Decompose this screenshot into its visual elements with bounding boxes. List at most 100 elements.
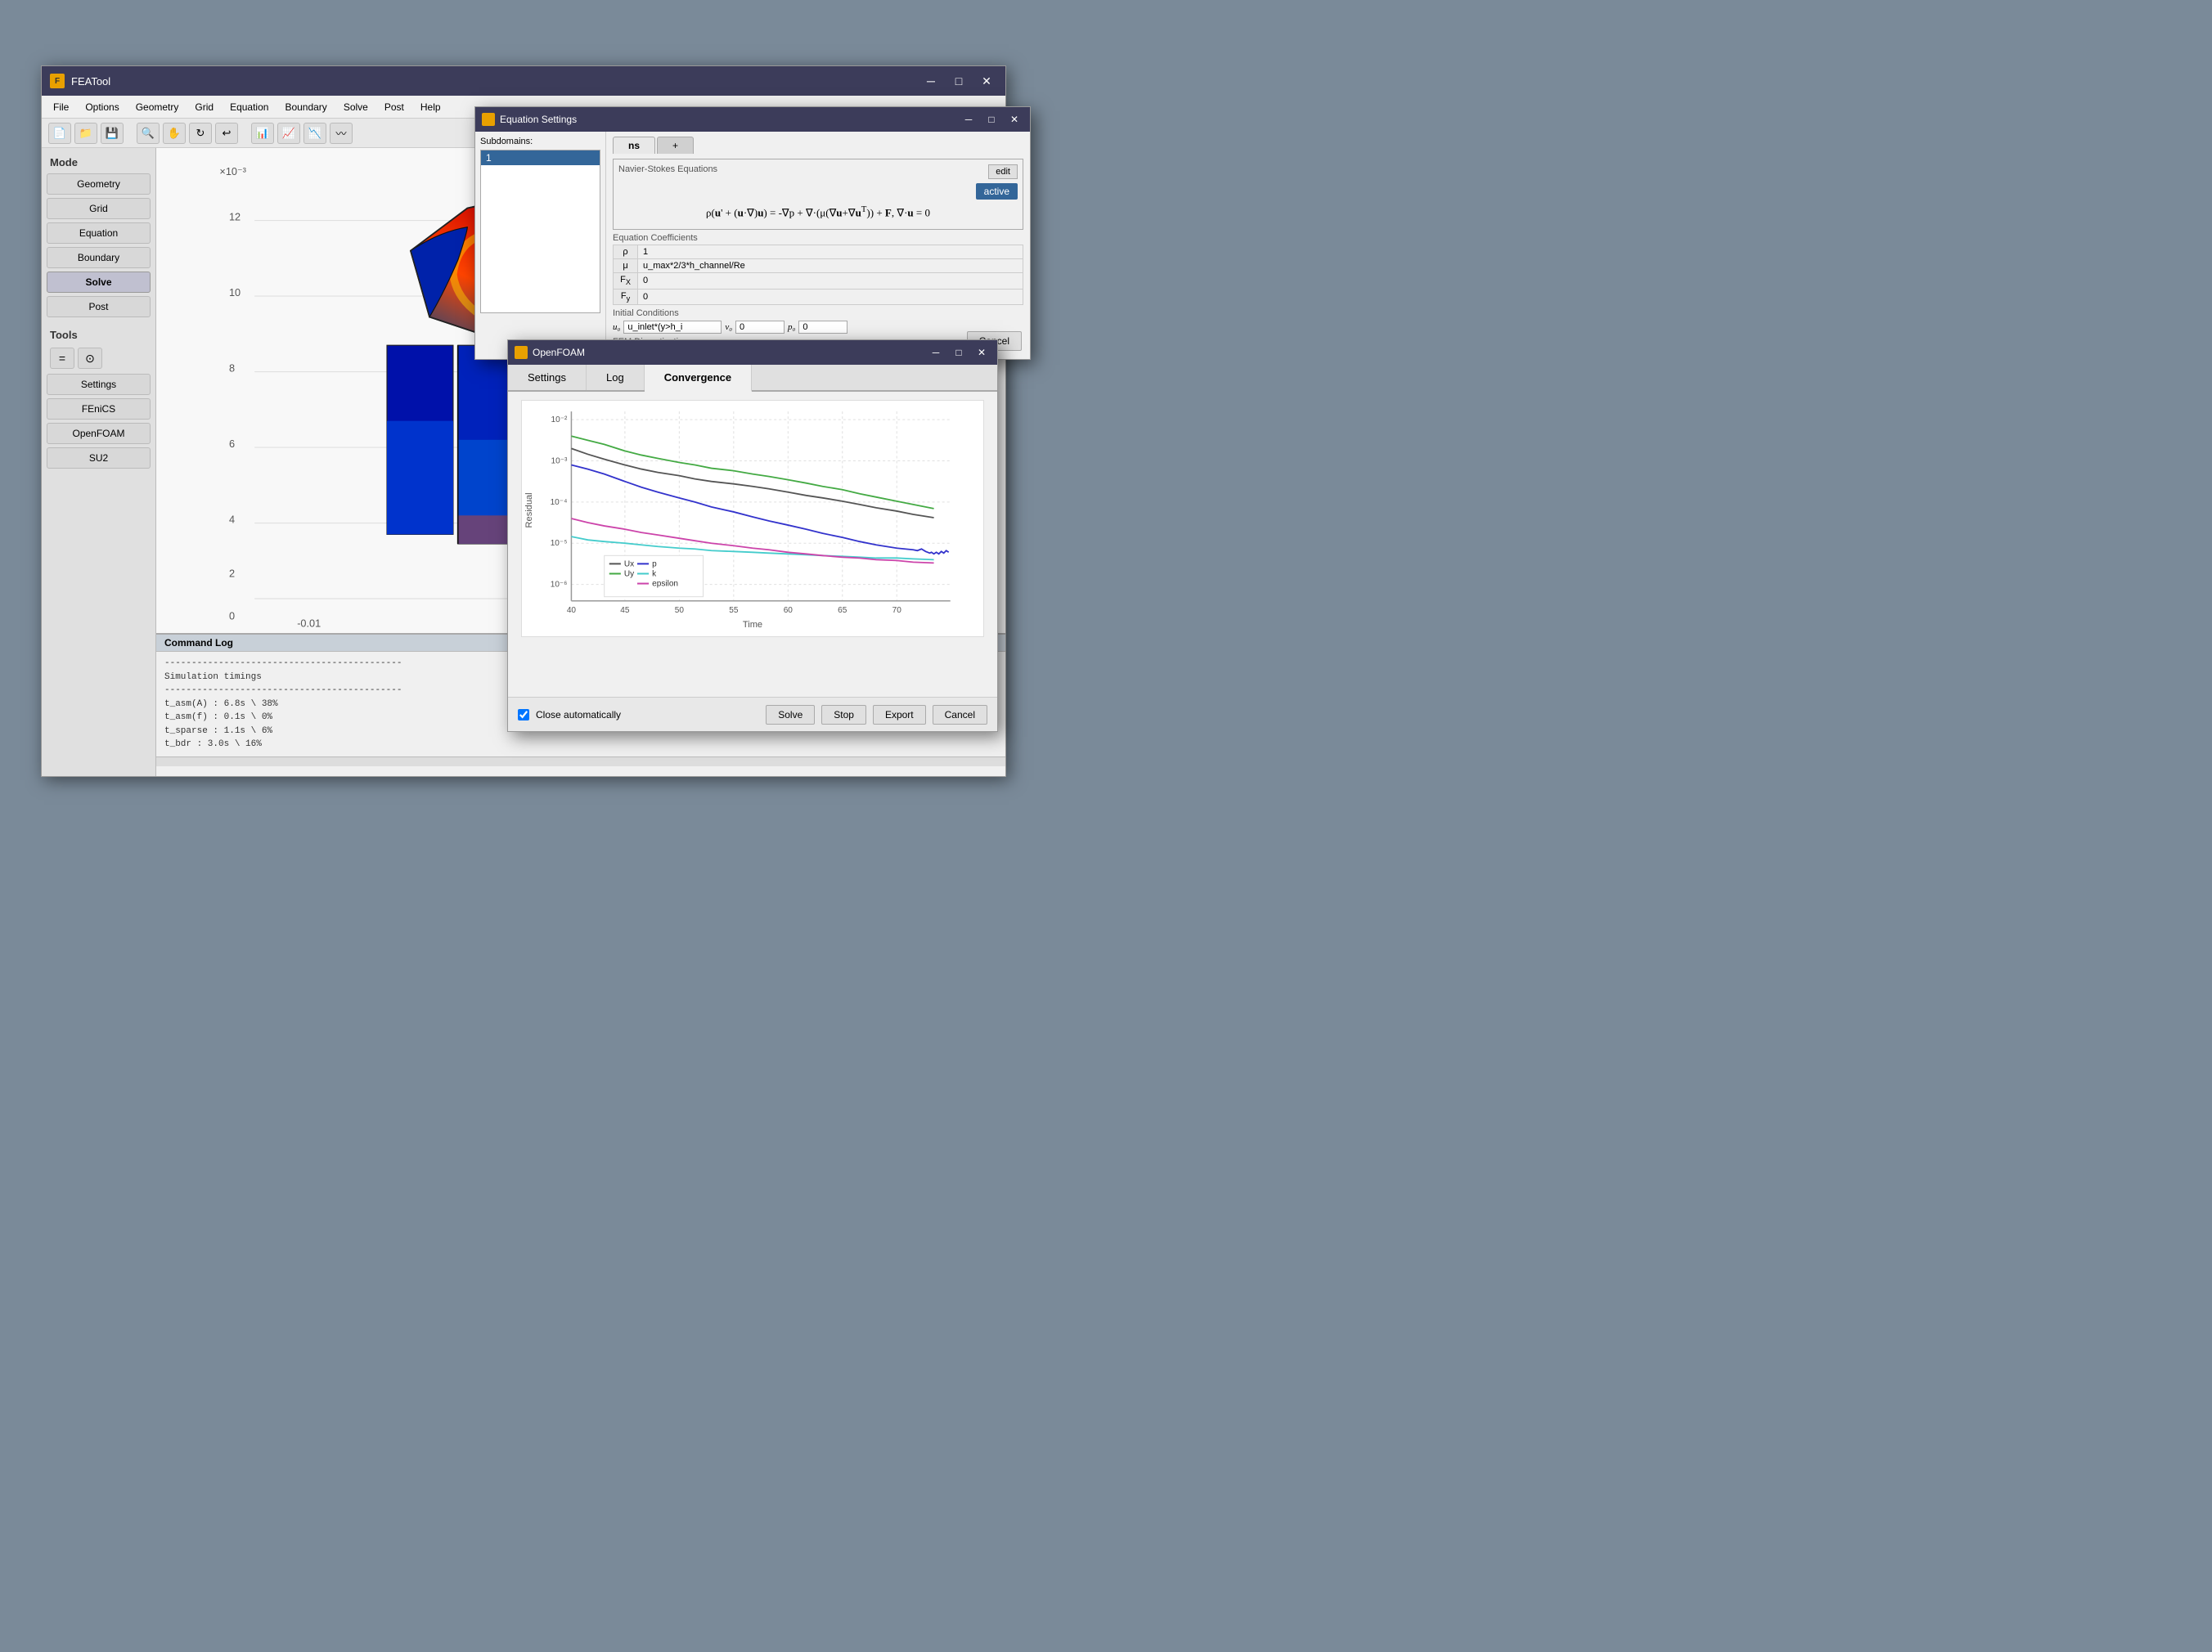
menu-geometry[interactable]: Geometry [129,100,186,114]
sidebar-circle-btn[interactable]: ⊙ [78,348,102,369]
menu-file[interactable]: File [47,100,75,114]
eq-titlebar: Equation Settings ─ □ ✕ [475,107,1030,132]
svg-text:55: 55 [729,606,739,615]
main-window-title: FEATool [71,75,914,88]
coeff-label-mu: μ [614,259,638,273]
menu-options[interactable]: Options [79,100,125,114]
toolbar-plot4[interactable]: 〰 [330,123,353,144]
svg-text:10⁻³: 10⁻³ [551,457,569,466]
menu-grid[interactable]: Grid [188,100,220,114]
svg-text:-0.01: -0.01 [297,617,321,629]
svg-text:70: 70 [892,606,902,615]
svg-text:60: 60 [784,606,794,615]
sidebar-su2[interactable]: SU2 [47,447,151,469]
coeff-label-rho: ρ [614,245,638,259]
active-button[interactable]: active [976,183,1018,200]
coeff-value-rho[interactable]: 1 [638,245,1023,259]
coeff-row-mu: μ u_max*2/3*h_channel/Re [614,259,1023,273]
sidebar-openfoam[interactable]: OpenFOAM [47,423,151,444]
toolbar-rotate[interactable]: ↻ [189,123,212,144]
of-tab-convergence[interactable]: Convergence [645,365,752,392]
menu-help[interactable]: Help [414,100,447,114]
svg-text:×10⁻³: ×10⁻³ [219,165,245,177]
toolbar-plot3[interactable]: 📉 [303,123,326,144]
menu-post[interactable]: Post [378,100,411,114]
svg-text:p: p [652,559,657,568]
v0-input[interactable] [735,321,785,334]
svg-text:Ux: Ux [624,559,634,568]
of-tab-log[interactable]: Log [587,365,645,390]
coeff-row-fy: Fy 0 [614,289,1023,304]
sidebar-equation[interactable]: Equation [47,222,151,244]
edit-button[interactable]: edit [988,164,1018,179]
tools-label: Tools [42,325,155,344]
sidebar-settings[interactable]: Settings [47,374,151,395]
sidebar-boundary[interactable]: Boundary [47,247,151,268]
sidebar-post[interactable]: Post [47,296,151,317]
svg-text:4: 4 [229,514,235,526]
menu-boundary[interactable]: Boundary [278,100,333,114]
svg-text:10: 10 [229,286,241,299]
of-close-btn[interactable]: ✕ [973,345,991,360]
horizontal-scrollbar[interactable] [156,756,1005,766]
sidebar-equals-btn[interactable]: = [50,348,74,369]
cancel-button[interactable]: Cancel [933,705,987,725]
toolbar-open[interactable]: 📁 [74,123,97,144]
subdomain-list[interactable]: 1 [480,150,600,313]
coeff-value-fy[interactable]: 0 [638,289,1023,304]
ic-row: u₀ v₀ p₀ [613,321,1023,334]
toolbar-save[interactable]: 💾 [101,123,124,144]
coeff-value-fx[interactable]: 0 [638,273,1023,289]
export-button[interactable]: Export [873,705,926,725]
eq-tab-ns[interactable]: ns [613,137,655,154]
eq-minimize-btn[interactable]: ─ [960,112,978,127]
of-window-icon [515,346,528,359]
eq-maximize-btn[interactable]: □ [982,112,1000,127]
eq-window-icon [482,113,495,126]
stop-button[interactable]: Stop [821,705,866,725]
toolbar-undo[interactable]: ↩ [215,123,238,144]
eq-tabs: ns + [613,137,1023,154]
of-tabs: Settings Log Convergence [508,365,997,392]
u0-input[interactable] [623,321,722,334]
sidebar-geometry[interactable]: Geometry [47,173,151,195]
svg-text:Uy: Uy [624,570,635,579]
openfoam-window: OpenFOAM ─ □ ✕ Settings Log Convergence [507,339,998,732]
sidebar-fenics[interactable]: FEniCS [47,398,151,420]
log-line-7: t_bdr : 3.0s \ 16% [164,738,997,752]
of-tab-settings[interactable]: Settings [508,365,587,390]
of-minimize-btn[interactable]: ─ [927,345,945,360]
equation-settings-window: Equation Settings ─ □ ✕ Subdomains: 1 ns… [474,106,1031,360]
of-maximize-btn[interactable]: □ [950,345,968,360]
maximize-button[interactable]: □ [948,73,969,89]
sidebar-grid[interactable]: Grid [47,198,151,219]
svg-text:Time: Time [743,620,762,630]
eq-close-btn[interactable]: ✕ [1005,112,1023,127]
close-auto-label: Close automatically [536,709,759,721]
p0-label: p₀ [788,322,795,332]
coefficients-section: Equation Coefficients ρ 1 μ u_max*2/3*h_… [613,233,1023,304]
solve-button[interactable]: Solve [766,705,815,725]
initial-conditions-section: Initial Conditions u₀ v₀ p₀ [613,308,1023,334]
menu-solve[interactable]: Solve [337,100,375,114]
svg-text:10⁻⁵: 10⁻⁵ [551,539,568,548]
minimize-button[interactable]: ─ [920,73,942,89]
subdomain-item-1[interactable]: 1 [481,150,600,165]
menu-equation[interactable]: Equation [223,100,275,114]
toolbar-zoom-in[interactable]: 🔍 [137,123,160,144]
app-icon: F [50,74,65,88]
convergence-chart-area: 10⁻² 10⁻³ 10⁻⁴ 10⁻⁵ 10⁻⁶ 40 45 50 55 60 … [508,392,997,709]
toolbar-pan[interactable]: ✋ [163,123,186,144]
chart-container: 10⁻² 10⁻³ 10⁻⁴ 10⁻⁵ 10⁻⁶ 40 45 50 55 60 … [521,400,984,637]
p0-input[interactable] [798,321,847,334]
eq-tab-plus[interactable]: + [657,137,694,154]
close-button[interactable]: ✕ [976,73,997,89]
svg-text:50: 50 [675,606,685,615]
toolbar-plot1[interactable]: 📊 [251,123,274,144]
coeff-value-mu[interactable]: u_max*2/3*h_channel/Re [638,259,1023,273]
toolbar-plot2[interactable]: 📈 [277,123,300,144]
sidebar-solve[interactable]: Solve [47,272,151,293]
toolbar-new[interactable]: 📄 [48,123,71,144]
svg-text:2: 2 [229,567,235,579]
close-auto-checkbox[interactable] [518,709,529,721]
